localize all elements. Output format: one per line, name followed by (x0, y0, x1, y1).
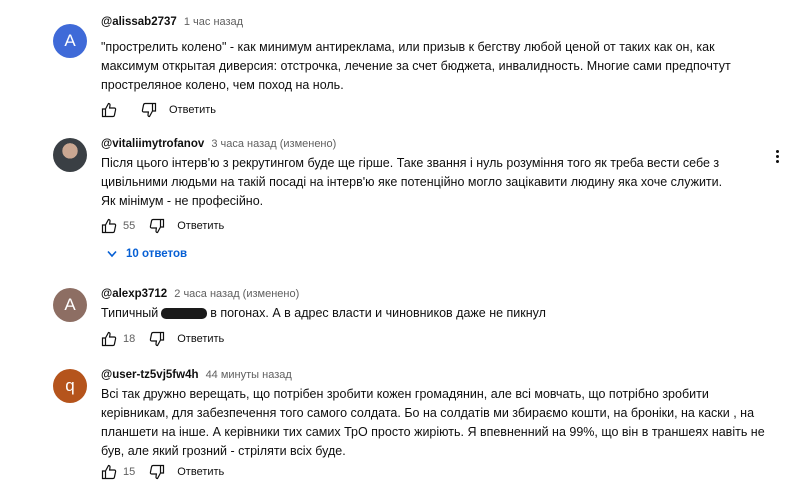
comment-line: Всі так дружно верещать, що потрібен зро… (101, 387, 709, 401)
author-name[interactable]: @alexp3712 (101, 288, 167, 300)
comment-actions: 15 Ответить (101, 462, 224, 482)
author-name[interactable]: @vitaliimytrofanov (101, 138, 204, 150)
avatar-letter: A (64, 31, 76, 50)
view-replies-button[interactable]: 10 ответов (107, 248, 187, 260)
comment-line: Як мінімум - не професійно. (101, 194, 264, 208)
chevron-down-icon (107, 250, 117, 258)
thumbs-up-icon[interactable] (101, 218, 117, 234)
comment-text: Всі так дружно верещать, що потрібен зро… (101, 385, 791, 461)
comment-text-end: в погонах. А в адрес власти и чиновников… (210, 306, 546, 320)
comment-time[interactable]: 44 минуты назад (206, 369, 292, 381)
avatar[interactable]: q (53, 369, 87, 403)
comment-text: Після цього інтерв'ю з рекрутингом буде … (101, 154, 791, 211)
author-name[interactable]: @alissab2737 (101, 16, 177, 28)
thumbs-up-icon[interactable] (101, 102, 117, 118)
avatar[interactable]: A (53, 24, 87, 58)
redaction-mark (161, 308, 208, 320)
comment-text-start: Типичный (101, 306, 159, 320)
avatar[interactable] (53, 138, 87, 172)
like-count: 55 (123, 220, 136, 232)
comment-text: Типичный в погонах. А в адрес власти и чи… (101, 304, 791, 323)
avatar-letter: q (65, 376, 75, 395)
more-options-icon[interactable] (772, 148, 782, 168)
comment-line: був, але який грозний - стріляти всіх бу… (101, 444, 346, 458)
avatar[interactable]: A (53, 288, 87, 322)
comment-line: керівникам, для забезпечення того самого… (101, 406, 755, 420)
comment-header: @alissab2737 1 час назад (101, 16, 243, 28)
comment-time[interactable]: 1 час назад (184, 16, 243, 28)
comment-header: @user-tz5vj5fw4h 44 минуты назад (101, 369, 292, 381)
comment-header: @vitaliimytrofanov 3 часа назад (изменен… (101, 138, 336, 150)
comment-line: цивільними людьми на такій посаді на інт… (101, 175, 723, 189)
like-count: 18 (123, 333, 136, 345)
thumbs-down-icon[interactable] (149, 464, 165, 480)
comment-text: "прострелить колено" - как минимум антир… (101, 38, 791, 95)
comment-time[interactable]: 3 часа назад (изменено) (211, 138, 336, 150)
reply-button[interactable]: Ответить (169, 104, 216, 116)
thumbs-up-icon[interactable] (101, 331, 117, 347)
reply-button[interactable]: Ответить (177, 466, 224, 478)
comment-actions: 18 Ответить (101, 329, 224, 349)
like-count: 15 (123, 466, 136, 478)
comment-header: @alexp3712 2 часа назад (изменено) (101, 288, 299, 300)
comment-time[interactable]: 2 часа назад (изменено) (174, 288, 299, 300)
author-name[interactable]: @user-tz5vj5fw4h (101, 369, 199, 381)
comment-line: Після цього інтерв'ю з рекрутингом буде … (101, 156, 720, 170)
thumbs-down-icon[interactable] (149, 331, 165, 347)
thumbs-up-icon[interactable] (101, 464, 117, 480)
avatar-letter: A (64, 295, 76, 314)
reply-button[interactable]: Ответить (177, 220, 224, 232)
comment-line: планшети на інше. А керівники тих самих … (101, 425, 765, 439)
thumbs-down-icon[interactable] (149, 218, 165, 234)
reply-button[interactable]: Ответить (177, 333, 224, 345)
comment-line: максимум открытая диверсия: отстрочка, л… (101, 59, 731, 73)
thumbs-down-icon[interactable] (141, 102, 157, 118)
comment-line: "прострелить колено" - как минимум антир… (101, 40, 715, 54)
replies-count: 10 ответов (126, 248, 188, 260)
comment-line: простреляное колено, чем поход на ноль. (101, 78, 344, 92)
comment-actions: Ответить (101, 100, 216, 120)
comment-actions: 55 Ответить (101, 216, 224, 236)
